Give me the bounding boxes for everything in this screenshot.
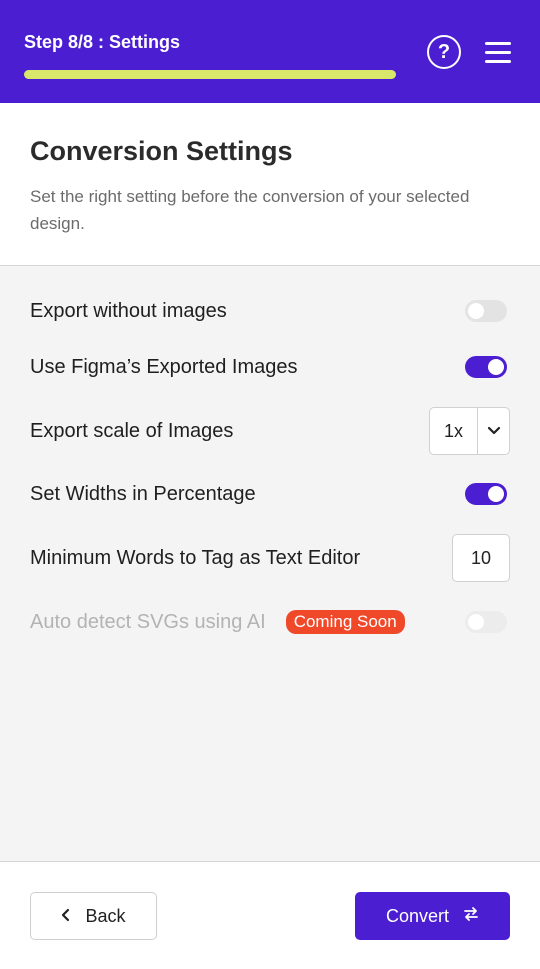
auto-detect-svgs-toggle xyxy=(465,611,507,633)
setting-label: Export scale of Images xyxy=(30,419,234,442)
export-without-images-toggle[interactable] xyxy=(465,300,507,322)
setting-label: Auto detect SVGs using AI xyxy=(30,610,266,633)
widths-percentage-toggle[interactable] xyxy=(465,483,507,505)
header-panel: Conversion Settings Set the right settin… xyxy=(0,103,540,266)
help-button[interactable]: ? xyxy=(427,35,461,69)
export-scale-select[interactable]: 1x xyxy=(429,407,510,455)
convert-button[interactable]: Convert xyxy=(355,892,510,940)
menu-button[interactable] xyxy=(484,40,512,64)
setting-widths-percentage: Set Widths in Percentage xyxy=(30,474,510,514)
swap-arrows-icon xyxy=(463,906,479,927)
min-words-input[interactable] xyxy=(452,534,510,582)
chevron-down-icon xyxy=(478,408,509,454)
question-mark-icon: ? xyxy=(437,40,451,63)
back-label: Back xyxy=(85,905,126,926)
page-subtitle: Set the right setting before the convers… xyxy=(30,187,470,233)
setting-label: Use Figma’s Exported Images xyxy=(30,355,298,378)
setting-label: Set Widths in Percentage xyxy=(30,482,256,505)
setting-auto-detect-svgs: Auto detect SVGs using AI Coming Soon xyxy=(30,602,510,642)
progress-bar xyxy=(24,70,396,79)
back-button[interactable]: Back xyxy=(30,892,157,940)
convert-label: Convert xyxy=(385,905,450,926)
page-title: Conversion Settings xyxy=(30,136,293,166)
use-figma-images-toggle[interactable] xyxy=(465,356,507,378)
coming-soon-badge: Coming Soon xyxy=(285,610,405,634)
top-bar: Step 8/8 : Settings ? xyxy=(0,0,540,103)
export-scale-value: 1x xyxy=(430,408,478,454)
setting-export-scale: Export scale of Images 1x xyxy=(30,407,510,455)
setting-use-figma-images: Use Figma’s Exported Images xyxy=(30,347,510,387)
setting-export-without-images: Export without images xyxy=(30,291,510,331)
footer: Back Convert xyxy=(0,861,540,969)
chevron-left-icon xyxy=(61,906,71,927)
setting-label: Export without images xyxy=(30,299,227,322)
setting-label: Minimum Words to Tag as Text Editor xyxy=(30,546,361,569)
step-title: Step 8/8 : Settings xyxy=(24,32,181,52)
setting-min-words: Minimum Words to Tag as Text Editor xyxy=(30,534,510,582)
